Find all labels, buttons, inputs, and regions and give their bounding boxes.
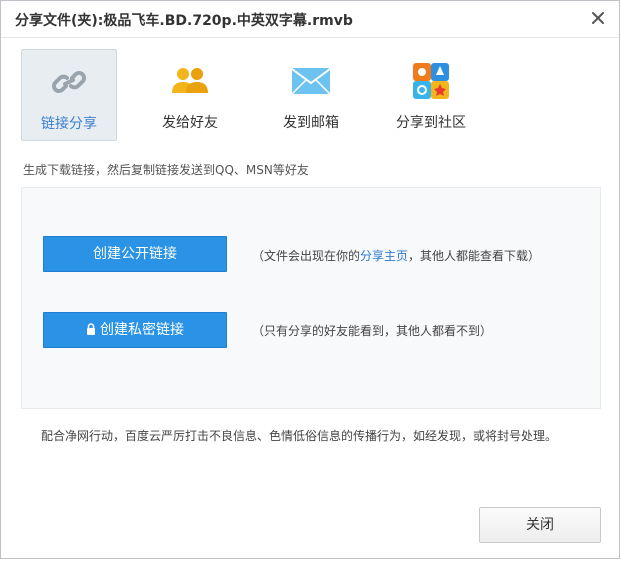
dialog-titlebar: 分享文件(夹):极品飞车.BD.720p.中英双字幕.rmvb xyxy=(1,1,619,38)
private-link-note: （只有分享的好友能看到，其他人都看不到） xyxy=(252,324,493,338)
create-public-link-button[interactable]: 创建公开链接 xyxy=(43,236,227,272)
create-private-link-button[interactable]: 创建私密链接 xyxy=(43,312,227,348)
private-button-label: 创建私密链接 xyxy=(100,322,184,338)
tab-link-share[interactable]: 链接分享 xyxy=(21,49,117,141)
tab-send-email[interactable]: 发到邮箱 xyxy=(263,49,359,141)
link-options-panel: 创建公开链接 （文件会出现在你的分享主页，其他人都能查看下载） 创建私密链接 （… xyxy=(21,187,601,409)
tab-label: 发到邮箱 xyxy=(283,115,339,131)
mail-icon xyxy=(291,63,331,99)
close-button[interactable]: 关闭 xyxy=(479,507,601,543)
community-icon xyxy=(411,63,451,99)
public-note-suffix: ，其他人都能查看下载） xyxy=(408,249,541,263)
share-method-tabs: 链接分享 发给好友 发到邮箱 分享到社区 xyxy=(21,49,619,145)
share-homepage-link[interactable]: 分享主页 xyxy=(360,249,408,263)
tab-send-friends[interactable]: 发给好友 xyxy=(142,49,238,141)
share-dialog: 分享文件(夹):极品飞车.BD.720p.中英双字幕.rmvb 链接分享 发给好… xyxy=(0,0,620,559)
public-link-note: （文件会出现在你的分享主页，其他人都能查看下载） xyxy=(252,247,540,264)
close-icon[interactable] xyxy=(589,9,607,27)
tab-label: 链接分享 xyxy=(41,116,97,132)
lock-icon xyxy=(86,314,96,335)
link-icon xyxy=(49,64,89,100)
hint-text: 生成下载链接，然后复制链接发送到QQ、MSN等好友 xyxy=(23,163,309,177)
friends-icon xyxy=(170,63,210,99)
dialog-title: 分享文件(夹):极品飞车.BD.720p.中英双字幕.rmvb xyxy=(15,13,353,29)
tab-label: 发给好友 xyxy=(162,115,218,131)
policy-notice: 配合净网行动，百度云严厉打击不良信息、色情低俗信息的传播行为，如经发现，或将封号… xyxy=(41,429,558,443)
tab-share-community[interactable]: 分享到社区 xyxy=(383,49,479,141)
tab-label: 分享到社区 xyxy=(396,115,466,131)
public-note-prefix: （文件会出现在你的 xyxy=(252,249,361,263)
